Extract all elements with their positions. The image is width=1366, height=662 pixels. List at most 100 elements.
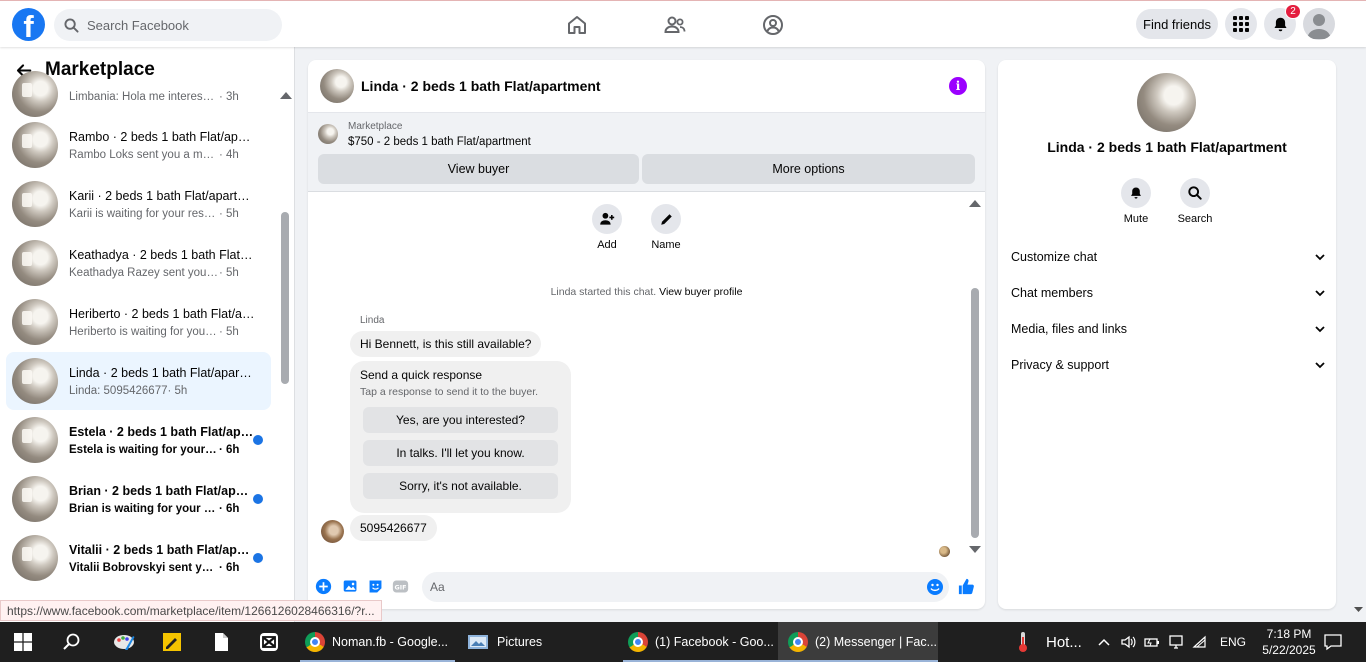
system-tray: ENG	[1097, 622, 1246, 662]
facebook-logo[interactable]: f	[12, 8, 45, 41]
section-label: Privacy & support	[1011, 358, 1109, 372]
conversation-time: · 6h	[219, 561, 240, 574]
taskbar-chrome-noman[interactable]: Noman.fb - Google...	[300, 622, 455, 662]
quick-reply-interested[interactable]: Yes, are you interested?	[363, 407, 558, 433]
details-title: Linda · 2 beds 1 bath Flat/apartment	[1047, 139, 1287, 155]
search-input[interactable]	[87, 17, 267, 33]
conversation-item[interactable]: Keathadya · 2 beds 1 bath Flat/ap... Kea…	[6, 234, 271, 292]
more-options-button[interactable]: More options	[642, 154, 975, 184]
conversation-item[interactable]: Limbania: Hola me interesa pu... · 3h	[6, 65, 271, 123]
window-scrollbar[interactable]	[1351, 47, 1366, 622]
wifi-icon[interactable]	[1192, 634, 1208, 650]
scroll-up-arrow[interactable]	[280, 92, 292, 99]
chat-members-section[interactable]: Chat members	[1011, 283, 1325, 303]
listing-thumbnail[interactable]	[318, 124, 338, 144]
display-icon[interactable]	[1168, 634, 1184, 650]
groups-icon[interactable]	[761, 13, 785, 37]
quick-response-subtitle: Tap a response to send it to the buyer.	[360, 386, 539, 398]
chat-title[interactable]: Linda · 2 beds 1 bath Flat/apartment	[361, 78, 601, 94]
search-action[interactable]: Search	[1170, 178, 1220, 225]
sidebar-scrollbar[interactable]	[281, 212, 289, 384]
chevron-up-icon[interactable]	[1097, 637, 1111, 647]
home-icon[interactable]	[565, 13, 589, 37]
conversation-item[interactable]: Brian · 2 beds 1 bath Flat/apart... Bria…	[6, 470, 271, 528]
plus-circle-icon[interactable]	[315, 578, 332, 595]
customize-chat-section[interactable]: Customize chat	[1011, 247, 1325, 267]
windows-taskbar: Noman.fb - Google... Pictures (1) Facebo…	[0, 622, 1366, 662]
conversation-item[interactable]: Estela · 2 beds 1 bath Flat/apart... Est…	[6, 411, 271, 469]
conversation-item[interactable]: Rambo · 2 beds 1 bath Flat/apart... Ramb…	[6, 116, 271, 174]
thumbs-up-icon[interactable]	[957, 577, 976, 596]
bell-icon	[1131, 187, 1141, 199]
quick-reply-not-available[interactable]: Sorry, it's not available.	[363, 473, 558, 499]
gif-icon[interactable]: GIF	[392, 578, 409, 595]
notification-center-icon[interactable]	[1324, 633, 1342, 651]
view-buyer-button[interactable]: View buyer	[318, 154, 639, 184]
file-icon[interactable]	[211, 632, 231, 652]
chevron-down-icon	[1315, 361, 1325, 368]
mute-action[interactable]: Mute	[1111, 178, 1161, 225]
emoji-icon[interactable]	[927, 579, 943, 595]
taskbar-item-label: Noman.fb - Google...	[332, 635, 449, 649]
capcut-icon[interactable]	[259, 632, 279, 652]
volume-icon[interactable]	[1120, 634, 1136, 650]
message-bubble[interactable]: 5095426677	[350, 515, 437, 541]
scroll-down-arrow-icon[interactable]	[1351, 605, 1366, 615]
chat-scroll-down-arrow[interactable]	[969, 546, 981, 553]
paint-app-icon[interactable]	[112, 632, 136, 652]
conversation-thumbnail	[12, 476, 58, 522]
sticky-notes-icon[interactable]	[162, 632, 182, 652]
taskbar-chrome-facebook[interactable]: (1) Facebook - Goo...	[623, 622, 778, 662]
info-icon[interactable]: i	[949, 77, 967, 95]
menu-button[interactable]	[1225, 8, 1257, 40]
chat-header: Linda · 2 beds 1 bath Flat/apartment i	[308, 60, 985, 113]
chat-scrollbar[interactable]	[971, 288, 979, 538]
clock[interactable]: 7:18 PM 5/22/2025	[1260, 626, 1318, 658]
conversation-item[interactable]: Heriberto · 2 beds 1 bath Flat/apa... He…	[6, 293, 271, 351]
message-input-box[interactable]	[422, 572, 949, 602]
search-icon	[64, 17, 79, 33]
thermometer-icon	[1019, 632, 1027, 652]
language-indicator[interactable]: ENG	[1220, 635, 1246, 649]
find-friends-button[interactable]: Find friends	[1136, 9, 1218, 39]
name-chat-action[interactable]: Name	[646, 204, 686, 251]
seen-indicator-avatar	[939, 546, 950, 557]
message-bubble[interactable]: Hi Bennett, is this still available?	[350, 331, 542, 357]
conversation-thumbnail	[12, 240, 58, 286]
privacy-support-section[interactable]: Privacy & support	[1011, 355, 1325, 375]
sender-avatar[interactable]	[321, 520, 344, 543]
conversation-item[interactable]: Vitalii · 2 beds 1 bath Flat/apart... Vi…	[6, 529, 271, 587]
quick-reply-in-talks[interactable]: In talks. I'll let you know.	[363, 440, 558, 466]
view-buyer-profile-link[interactable]: View buyer profile	[659, 286, 742, 298]
chat-scroll-up-arrow[interactable]	[969, 200, 981, 207]
search-icon[interactable]	[62, 632, 82, 652]
photo-icon[interactable]	[342, 578, 359, 595]
weather-widget[interactable]: Hot...	[1016, 622, 1082, 662]
conversation-item[interactable]: Karii · 2 beds 1 bath Flat/apartment Kar…	[6, 175, 271, 233]
listing-price-title[interactable]: $750 - 2 beds 1 bath Flat/apartment	[348, 136, 531, 148]
conversation-thumbnail	[12, 417, 58, 463]
media-files-links-section[interactable]: Media, files and links	[1011, 319, 1325, 339]
started-text: Linda started this chat.	[550, 286, 657, 298]
taskbar-pictures[interactable]: Pictures	[462, 622, 617, 662]
folder-pictures-icon	[468, 635, 488, 649]
account-avatar[interactable]	[1303, 8, 1335, 40]
details-thumbnail[interactable]	[1137, 73, 1196, 132]
chat-thumbnail[interactable]	[320, 69, 354, 103]
conversation-time: · 5h	[167, 384, 188, 397]
message-input[interactable]	[430, 580, 910, 594]
friends-icon[interactable]	[663, 13, 687, 37]
add-people-action[interactable]: Add	[587, 204, 627, 251]
chrome-icon	[628, 632, 648, 652]
windows-start-icon[interactable]	[14, 633, 32, 651]
conversation-title: Brian · 2 beds 1 bath Flat/apart...	[69, 483, 255, 498]
conversation-title: Keathadya · 2 beds 1 bath Flat/ap...	[69, 247, 255, 262]
taskbar-chrome-messenger[interactable]: (2) Messenger | Fac...	[778, 622, 938, 662]
conversation-preview: Estela is waiting for your res...	[69, 443, 219, 456]
battery-icon[interactable]	[1144, 634, 1160, 650]
sticker-icon[interactable]	[367, 578, 384, 595]
search-box[interactable]	[54, 9, 282, 41]
conversation-thumbnail	[12, 181, 58, 227]
conversation-item-active[interactable]: Linda · 2 beds 1 bath Flat/apartm... Lin…	[6, 352, 271, 410]
taskbar-item-label: Pictures	[497, 635, 543, 649]
